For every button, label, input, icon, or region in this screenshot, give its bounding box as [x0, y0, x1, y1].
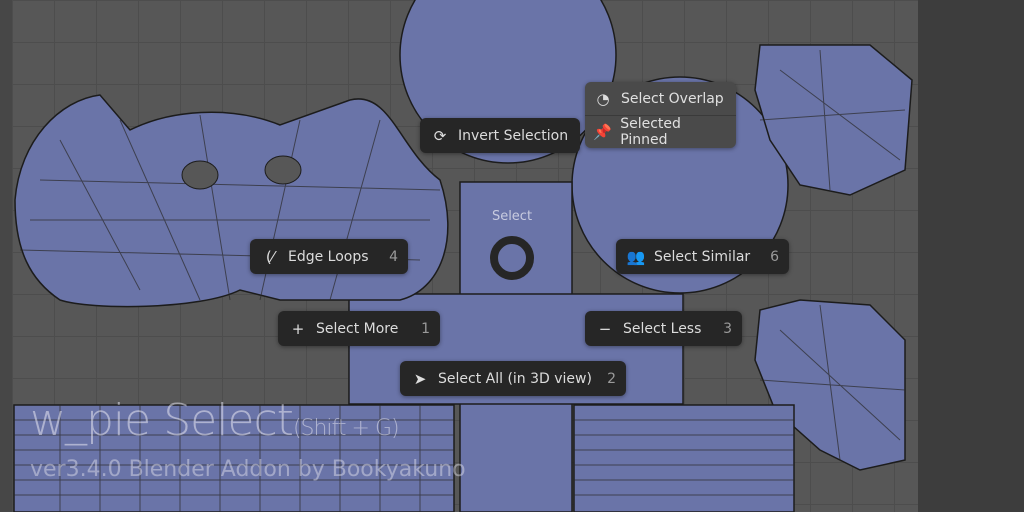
button-label: Select All (in 3D view) — [438, 371, 592, 387]
overlap-icon: ◔ — [593, 90, 613, 108]
edge-loops-button[interactable]: (⁄ Edge Loops 4 — [250, 239, 408, 274]
pie-direction-ring — [490, 236, 534, 280]
shortcut-number: 6 — [770, 249, 779, 265]
shortcut-number: 4 — [389, 249, 398, 265]
selected-pinned-button[interactable]: 📌 Selected Pinned — [585, 115, 736, 148]
select-less-button[interactable]: −Select Less 3 — [585, 311, 742, 346]
select-submenu: ◔ Select Overlap 📌 Selected Pinned — [585, 82, 736, 148]
pin-icon: 📌 — [593, 123, 612, 141]
uv-island-face — [15, 95, 448, 307]
button-label: Edge Loops — [288, 249, 369, 265]
addon-subtitle: ver3.4.0 Blender Addon by Bookyakuno — [30, 457, 466, 482]
uv-island-stripes-right — [574, 405, 794, 512]
select-similar-button[interactable]: 👥 Select Similar 6 — [616, 239, 789, 274]
button-label: Select Similar — [654, 249, 750, 265]
addon-title-watermark: w_pie Select(Shift + G) — [30, 395, 399, 446]
invert-selection-button[interactable]: ⟳ Invert Selection — [420, 118, 580, 153]
shortcut-number: 3 — [723, 321, 732, 337]
select-more-button[interactable]: + Select More 1 — [278, 311, 440, 346]
shortcut-number: 2 — [607, 371, 616, 387]
select-all-button[interactable]: ➤ Select All (in 3D view) 2 — [400, 361, 626, 396]
right-side-panel — [918, 0, 1024, 512]
select-similar-icon: 👥 — [626, 248, 646, 266]
shortcut-number: 1 — [421, 321, 430, 337]
button-label: Select Overlap — [621, 91, 724, 107]
minus-icon: − — [595, 320, 615, 338]
select-overlap-button[interactable]: ◔ Select Overlap — [585, 82, 736, 115]
invert-icon: ⟳ — [430, 127, 450, 145]
addon-title: w_pie Select — [30, 395, 293, 446]
button-label: Select Less — [623, 321, 701, 337]
button-label: Invert Selection — [458, 128, 568, 144]
button-label: Select More — [316, 321, 398, 337]
button-label: Selected Pinned — [620, 116, 728, 148]
edge-loops-icon: (⁄ — [260, 248, 280, 266]
addon-shortcut: (Shift + G) — [293, 416, 399, 441]
plus-icon: + — [288, 320, 308, 338]
pie-center-label: Select — [472, 209, 552, 224]
cursor-icon: ➤ — [410, 370, 430, 388]
